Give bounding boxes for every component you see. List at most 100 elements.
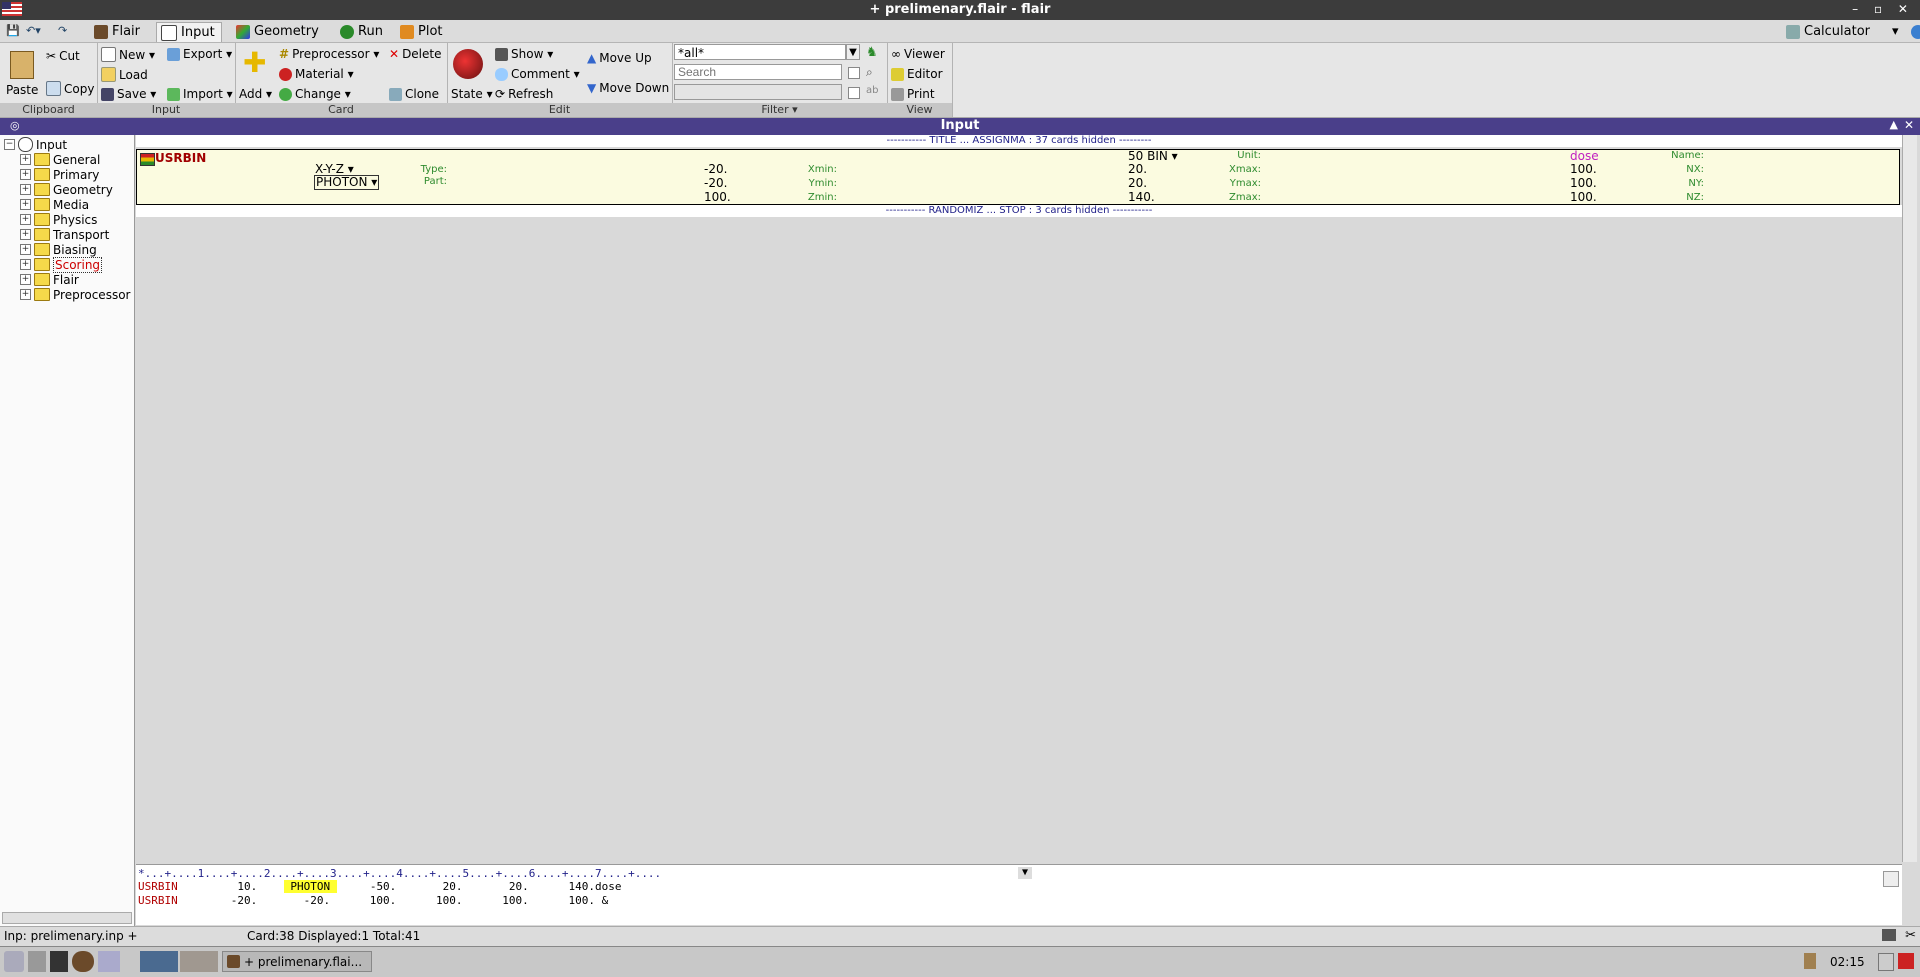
clock[interactable]: 02:15 bbox=[1830, 955, 1865, 969]
vertical-scrollbar[interactable] bbox=[1902, 135, 1917, 862]
move-down-button[interactable]: ▼ Move Down bbox=[587, 81, 669, 95]
export-button[interactable]: Export ▾ bbox=[167, 47, 232, 61]
nx-value[interactable]: 100. bbox=[1570, 162, 1597, 176]
expand-icon[interactable]: + bbox=[20, 214, 31, 225]
expand-icon[interactable]: + bbox=[20, 229, 31, 240]
clone-button[interactable]: Clone bbox=[389, 87, 439, 101]
ymax-value[interactable]: 20. bbox=[1128, 176, 1147, 190]
expand-icon[interactable]: + bbox=[20, 259, 31, 270]
import-button[interactable]: Import ▾ bbox=[167, 87, 233, 101]
edit-pencil-icon[interactable] bbox=[1883, 871, 1899, 887]
xmin-value[interactable]: -20. bbox=[704, 162, 727, 176]
expand-icon[interactable]: + bbox=[20, 184, 31, 195]
filter-checkbox[interactable] bbox=[848, 87, 860, 99]
filter-group-label[interactable]: Filter ▾ bbox=[672, 103, 887, 117]
terminal-icon[interactable] bbox=[1882, 929, 1896, 941]
change-button[interactable]: Change ▾ bbox=[279, 87, 351, 101]
maximize-icon[interactable]: ▲ bbox=[1890, 118, 1898, 131]
help-icon[interactable] bbox=[1910, 24, 1920, 39]
tree-item-flair[interactable]: + Flair bbox=[20, 272, 79, 287]
tree-item-scoring[interactable]: + Scoring bbox=[20, 256, 103, 273]
tools-icon[interactable]: ✂ bbox=[1905, 928, 1916, 943]
editor-button[interactable]: Editor bbox=[891, 67, 943, 81]
search-input[interactable] bbox=[674, 64, 842, 80]
tree-item-physics[interactable]: + Physics bbox=[20, 212, 97, 227]
tab-input[interactable]: Input bbox=[156, 22, 222, 42]
workspace-2[interactable] bbox=[180, 951, 218, 972]
name-value[interactable]: dose bbox=[1570, 149, 1599, 163]
preprocessor-button[interactable]: # Preprocessor ▾ bbox=[279, 47, 379, 61]
ny-value[interactable]: 100. bbox=[1570, 176, 1597, 190]
unit-select[interactable]: 50 BIN ▾ bbox=[1128, 149, 1178, 163]
state-button[interactable]: State ▾ bbox=[451, 87, 493, 101]
save-button[interactable]: Save ▾ bbox=[101, 87, 156, 101]
hidden-cards-bottom[interactable]: ----------- RANDOMIZ ... STOP : 3 cards … bbox=[136, 205, 1902, 217]
tree-item-media[interactable]: + Media bbox=[20, 197, 89, 212]
window-launcher-icon[interactable] bbox=[98, 951, 120, 972]
notification-icon[interactable] bbox=[1878, 953, 1894, 971]
window-controls[interactable]: – ▫ ✕ bbox=[1852, 2, 1914, 16]
viewer-button[interactable]: ∞ Viewer bbox=[891, 47, 945, 61]
tab-run[interactable]: Run bbox=[336, 22, 389, 41]
tree-item-primary[interactable]: + Primary bbox=[20, 167, 99, 182]
zmin-value[interactable]: 100. bbox=[704, 190, 731, 204]
tree-item-biasing[interactable]: + Biasing bbox=[20, 242, 97, 257]
part-select[interactable]: PHOTON ▾ bbox=[314, 175, 380, 190]
save-quick-icon[interactable]: 💾 bbox=[6, 24, 20, 37]
expand-icon[interactable]: + bbox=[20, 274, 31, 285]
expand-icon[interactable]: + bbox=[20, 289, 31, 300]
tree-horizontal-scrollbar[interactable] bbox=[2, 912, 132, 924]
taskbar-window-button[interactable]: + prelimenary.flai... bbox=[222, 951, 372, 972]
power-icon[interactable] bbox=[1898, 953, 1914, 969]
nz-value[interactable]: 100. bbox=[1570, 190, 1597, 204]
collapse-icon[interactable]: − bbox=[4, 139, 15, 150]
start-menu-icon[interactable] bbox=[4, 951, 24, 972]
material-button[interactable]: Material ▾ bbox=[279, 67, 354, 81]
move-up-button[interactable]: ▲ Move Up bbox=[587, 51, 652, 65]
files-icon[interactable] bbox=[28, 951, 46, 972]
refresh-button[interactable]: ⟳ Refresh bbox=[495, 87, 553, 101]
tree-item-preprocessor[interactable]: + Preprocessor bbox=[20, 287, 130, 302]
chevron-down-icon[interactable]: ▾ bbox=[1892, 24, 1899, 39]
expand-icon[interactable]: + bbox=[20, 199, 31, 210]
flair-launcher-icon[interactable] bbox=[72, 951, 94, 972]
type-select[interactable]: X-Y-Z ▾ bbox=[315, 162, 354, 176]
print-button[interactable]: Print bbox=[891, 87, 935, 101]
person-icon[interactable]: ♞ bbox=[866, 45, 878, 60]
tree-item-geometry[interactable]: + Geometry bbox=[20, 182, 113, 197]
regex-icon[interactable]: ab bbox=[866, 85, 878, 96]
ymin-value[interactable]: -20. bbox=[704, 176, 727, 190]
chevron-down-icon[interactable]: ▼ bbox=[846, 44, 860, 60]
filter-extra-field[interactable] bbox=[674, 84, 842, 100]
card-text-view[interactable]: *...+....1....+....2....+....3....+....4… bbox=[136, 864, 1902, 925]
tab-geometry[interactable]: Geometry bbox=[232, 22, 325, 41]
redo-icon[interactable]: ↷ bbox=[58, 24, 67, 37]
filter-combobox[interactable]: *all* bbox=[674, 44, 846, 60]
tab-flair[interactable]: Flair bbox=[90, 22, 146, 41]
expand-icon[interactable]: + bbox=[20, 169, 31, 180]
tree-item-transport[interactable]: + Transport bbox=[20, 227, 109, 242]
comment-button[interactable]: Comment ▾ bbox=[495, 67, 580, 81]
cut-button[interactable]: ✂ Cut bbox=[46, 49, 80, 63]
search-icon[interactable]: ⌕ bbox=[866, 65, 873, 80]
undo-icon[interactable]: ↶▾ bbox=[26, 24, 41, 37]
tree-item-general[interactable]: + General bbox=[20, 152, 100, 167]
tree-root-input[interactable]: − Input bbox=[4, 137, 67, 152]
delete-button[interactable]: ✕ Delete bbox=[389, 47, 442, 61]
usrbin-card[interactable]: USRBIN Type: X-Y-Z ▾ Part: PHOTON ▾ Xmin… bbox=[136, 149, 1900, 205]
expand-icon[interactable]: + bbox=[20, 244, 31, 255]
tab-plot[interactable]: Plot bbox=[396, 22, 449, 41]
hidden-cards-top[interactable]: ----------- TITLE ... ASSIGNMA : 37 card… bbox=[136, 135, 1902, 147]
card-state-icon[interactable] bbox=[140, 153, 155, 166]
expand-down-icon[interactable]: ▼ bbox=[1018, 867, 1032, 879]
xmax-value[interactable]: 20. bbox=[1128, 162, 1147, 176]
paste-button[interactable]: Paste bbox=[6, 83, 38, 97]
workspace-1[interactable] bbox=[140, 951, 178, 972]
close-icon[interactable]: ✕ bbox=[1904, 118, 1914, 132]
copy-button[interactable]: Copy bbox=[46, 81, 94, 96]
calculator-button[interactable]: Calculator ▾ bbox=[1782, 22, 1920, 41]
new-button[interactable]: New ▾ bbox=[101, 47, 155, 62]
search-checkbox[interactable] bbox=[848, 67, 860, 79]
load-button[interactable]: Load bbox=[101, 67, 148, 82]
terminal-launcher-icon[interactable] bbox=[50, 951, 68, 972]
